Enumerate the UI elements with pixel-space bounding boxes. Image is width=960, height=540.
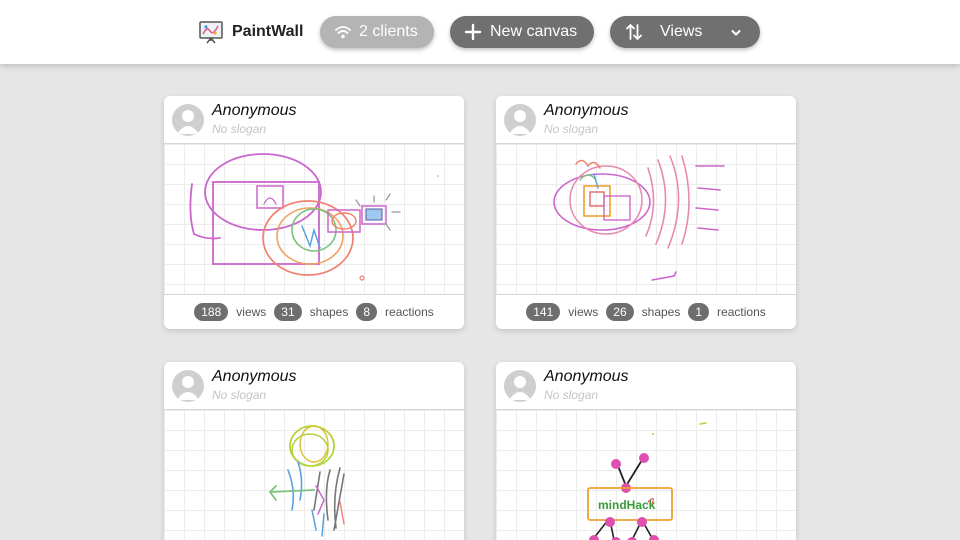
canvas-preview[interactable] [164, 144, 464, 295]
chevron-down-icon [730, 26, 742, 44]
card-header: Anonymous No slogan [496, 362, 796, 410]
shapes-count: 26 [606, 303, 634, 321]
drawing: mindHack [587, 422, 707, 540]
app-header: PaintWall 2 clients New canvas Views [0, 0, 960, 64]
author-slogan: No slogan [212, 388, 267, 402]
clients-button[interactable]: 2 clients [320, 16, 434, 48]
drawing [268, 425, 345, 537]
drawing [553, 155, 725, 281]
shapes-label: shapes [641, 305, 681, 319]
paint-easel-icon [199, 21, 223, 44]
drawing-label: mindHack [598, 498, 656, 512]
card-header: Anonymous No slogan [164, 96, 464, 144]
reactions-label: reactions [385, 305, 434, 319]
avatar [504, 104, 536, 136]
canvas-card[interactable]: Anonymous No slogan 188 views 31 shapes … [164, 96, 464, 329]
views-count: 188 [194, 303, 229, 321]
author-slogan: No slogan [212, 122, 267, 136]
canvas-card[interactable]: Anonymous No slogan 141 views 26 shapes … [496, 96, 796, 329]
author-name[interactable]: Anonymous [544, 368, 629, 386]
clients-label: 2 clients [359, 23, 418, 40]
canvas-preview[interactable]: mindHack [496, 410, 796, 540]
views-label: views [568, 305, 599, 319]
brand-name: PaintWall [232, 23, 304, 40]
author-name[interactable]: Anonymous [212, 368, 297, 386]
canvas-card[interactable]: Anonymous No slogan [164, 362, 464, 540]
canvas-card[interactable]: Anonymous No slogan mindHack [496, 362, 796, 540]
brand[interactable]: PaintWall [199, 18, 303, 46]
avatar [172, 370, 204, 402]
card-stats: 141 views 26 shapes 1 reactions [496, 295, 796, 329]
plus-icon [464, 23, 482, 41]
sort-select[interactable]: Views [610, 16, 760, 48]
author-slogan: No slogan [544, 388, 599, 402]
new-canvas-button[interactable]: New canvas [450, 16, 594, 48]
sort-arrows-icon [626, 23, 642, 41]
reactions-label: reactions [717, 305, 766, 319]
views-label: views [236, 305, 267, 319]
canvas-preview[interactable] [496, 144, 796, 295]
new-canvas-label: New canvas [490, 23, 578, 40]
card-header: Anonymous No slogan [496, 96, 796, 144]
sort-label: Views [660, 23, 703, 40]
avatar [504, 370, 536, 402]
shapes-count: 31 [274, 303, 302, 321]
canvas-preview[interactable] [164, 410, 464, 540]
card-stats: 188 views 31 shapes 8 reactions [164, 295, 464, 329]
shapes-label: shapes [309, 305, 349, 319]
card-header: Anonymous No slogan [164, 362, 464, 410]
drawing [189, 153, 439, 281]
author-name[interactable]: Anonymous [212, 102, 297, 120]
wifi-icon [335, 25, 351, 39]
reactions-count: 1 [688, 303, 710, 321]
avatar [172, 104, 204, 136]
reactions-count: 8 [356, 303, 378, 321]
views-count: 141 [526, 303, 561, 321]
author-slogan: No slogan [544, 122, 599, 136]
author-name[interactable]: Anonymous [544, 102, 629, 120]
